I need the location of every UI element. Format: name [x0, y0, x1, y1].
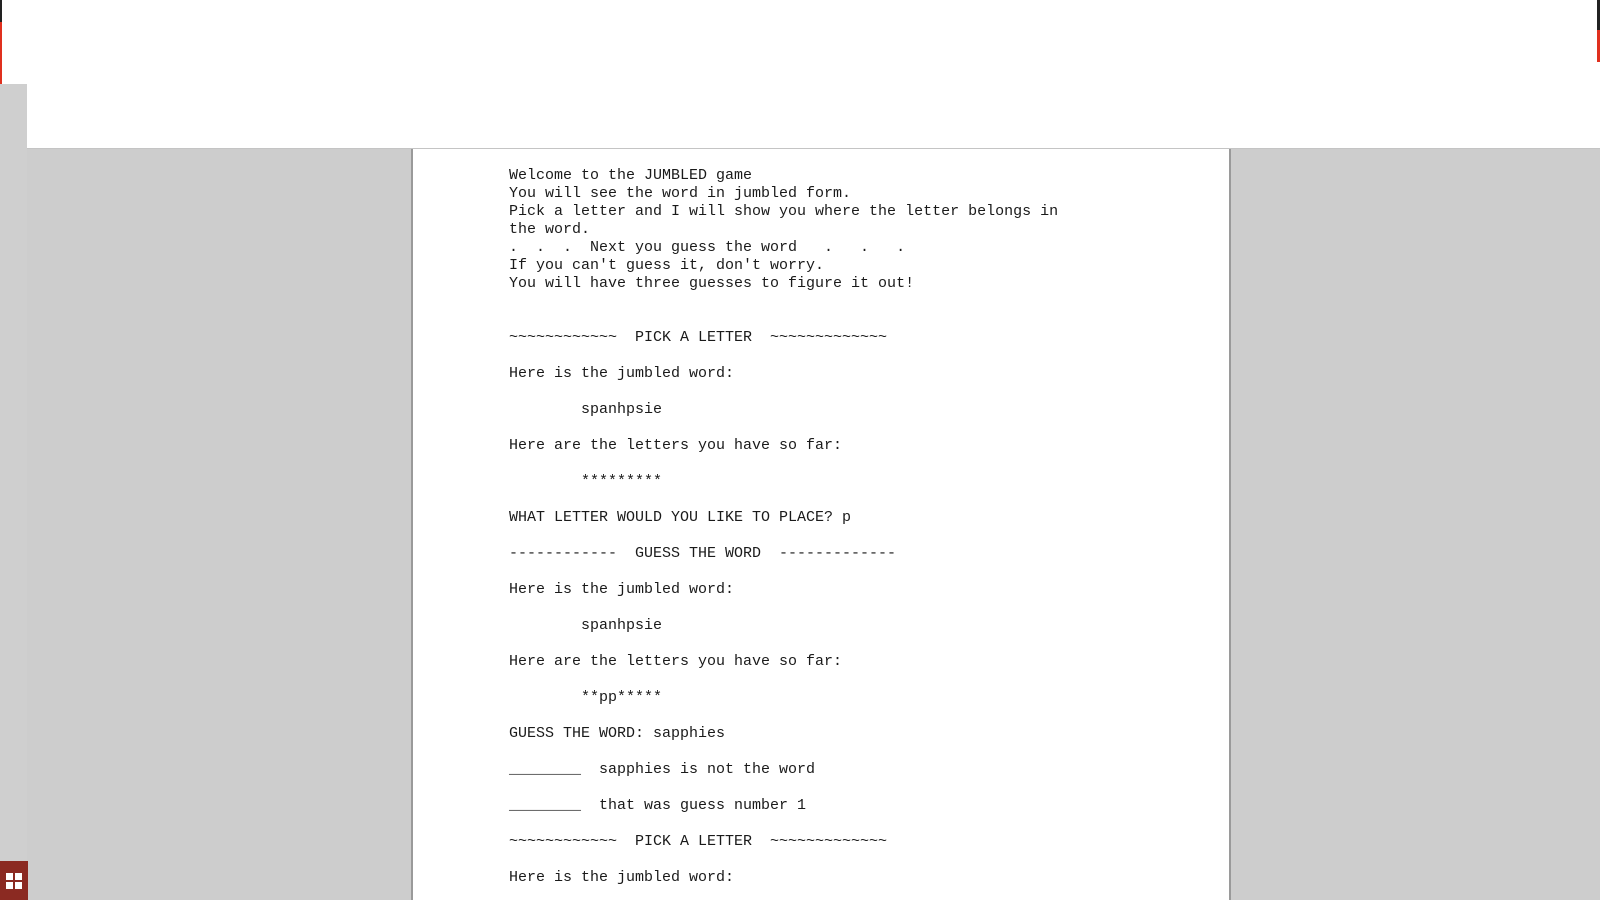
document-page: Welcome to the JUMBLED game You will see… — [411, 149, 1231, 900]
document-line: Welcome to the JUMBLED game — [509, 167, 753, 184]
document-line: ~~~~~~~~~~~~ PICK A LETTER ~~~~~~~~~~~~~ — [509, 329, 888, 346]
toolbar-area — [27, 84, 1600, 149]
document-line: Pick a letter and I will show you where … — [509, 203, 1059, 220]
window-edge-left-top — [0, 0, 2, 22]
windows-logo-icon — [6, 872, 22, 889]
document-line: ________ that was guess number 1 — [509, 797, 807, 814]
document-line: ~~~~~~~~~~~~ PICK A LETTER ~~~~~~~~~~~~~ — [509, 833, 888, 850]
document-line: Here is the jumbled word: — [509, 365, 735, 382]
document-line: You will see the word in jumbled form. — [509, 185, 852, 202]
document-line: GUESS THE WORD: sapphies — [509, 725, 726, 742]
document-line: ------------ GUESS THE WORD ------------… — [509, 545, 897, 562]
document-line: Here is the jumbled word: — [509, 869, 735, 886]
left-gutter — [0, 84, 27, 900]
window-title-area — [0, 0, 1600, 84]
document-line: Here are the letters you have so far: — [509, 653, 843, 670]
document-line: If you can't guess it, don't worry. — [509, 257, 825, 274]
document-line: Here is the jumbled word: — [509, 581, 735, 598]
document-text: Welcome to the JUMBLED game You will see… — [509, 167, 1209, 887]
document-line: **pp***** — [509, 689, 663, 706]
document-line: You will have three guesses to figure it… — [509, 275, 915, 292]
document-line: ********* — [509, 473, 663, 490]
document-line: ________ sapphies is not the word — [509, 761, 816, 778]
document-viewer[interactable]: Welcome to the JUMBLED game You will see… — [27, 149, 1600, 900]
document-line: Here are the letters you have so far: — [509, 437, 843, 454]
document-line: spanhpsie — [509, 617, 663, 634]
document-line: . . . Next you guess the word . . . — [509, 239, 906, 256]
document-line: WHAT LETTER WOULD YOU LIKE TO PLACE? p — [509, 509, 852, 526]
document-line: the word. — [509, 221, 591, 238]
start-button[interactable] — [0, 861, 28, 900]
document-line: spanhpsie — [509, 401, 663, 418]
